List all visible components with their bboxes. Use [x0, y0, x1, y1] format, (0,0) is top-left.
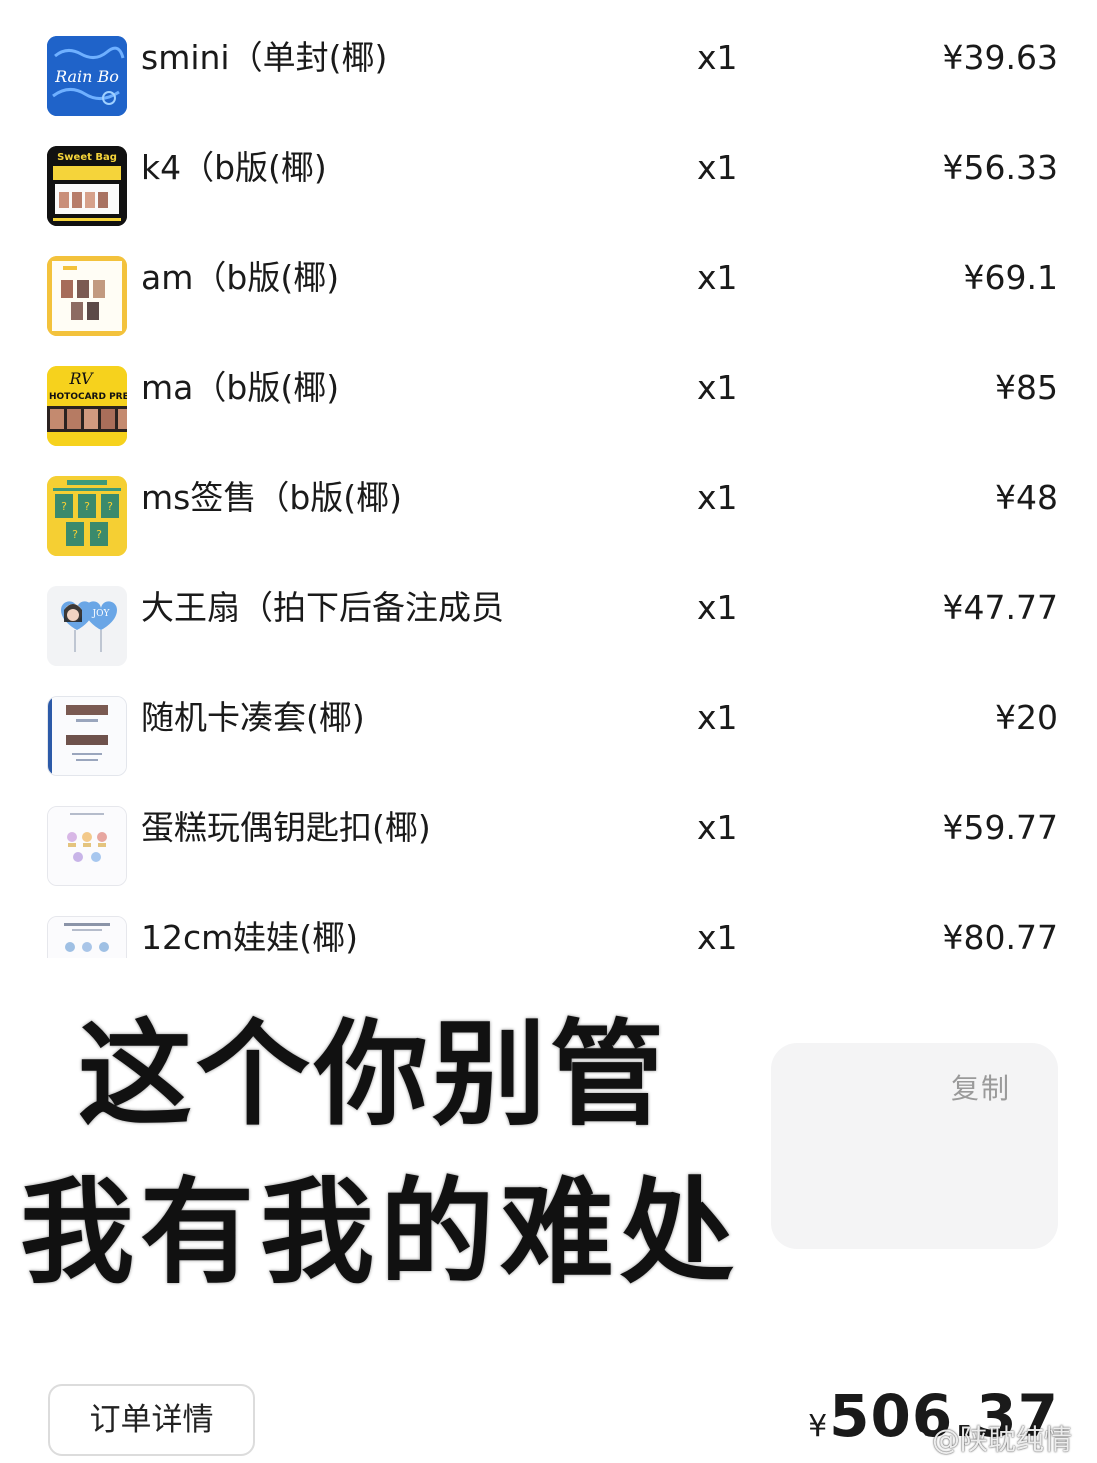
product-thumbnail-k4[interactable]: Sweet Bag: [47, 146, 127, 226]
item-price: ¥85: [995, 368, 1058, 407]
svg-text:?: ?: [84, 500, 90, 513]
order-item-row[interactable]: ? ? ? ? ? ms签售（b版(椰) x1 ¥48: [0, 476, 1097, 588]
order-item-row[interactable]: JOY 大王扇（拍下后备注成员 x1 ¥47.77: [0, 586, 1097, 698]
item-quantity: x1: [697, 258, 738, 297]
order-item-list: Rain Bo smini（单封(椰) x1 ¥39.63 Sweet Bag …: [0, 0, 1097, 958]
order-item-row[interactable]: RV HOTOCARD PREVIE ma（b版(椰) x1 ¥85: [0, 366, 1097, 478]
watermark-text: @陕耽纯情: [932, 1423, 1073, 1456]
meme-overlay: 这个你别管 我有我的难处: [0, 1000, 760, 1310]
item-price: ¥39.63: [942, 38, 1058, 77]
order-item-row[interactable]: 蛋糕玩偶钥匙扣(椰) x1 ¥59.77: [0, 806, 1097, 918]
item-quantity: x1: [697, 698, 738, 737]
smini-cover-text: Rain Bo: [54, 67, 119, 86]
item-price: ¥69.1: [963, 258, 1058, 297]
item-name: 随机卡凑套(椰): [141, 698, 365, 737]
item-name: am（b版(椰): [141, 258, 340, 297]
item-price: ¥80.77: [942, 918, 1058, 957]
product-thumbnail-smini[interactable]: Rain Bo: [47, 36, 127, 116]
k4-cover-text: Sweet Bag: [57, 152, 117, 163]
svg-text:?: ?: [61, 500, 67, 513]
product-thumbnail-random-card[interactable]: [47, 696, 127, 776]
product-thumbnail-ma[interactable]: RV HOTOCARD PREVIE: [47, 366, 127, 446]
weibo-watermark: @陕耽纯情: [898, 1418, 1072, 1458]
item-quantity: x1: [697, 588, 738, 627]
product-thumbnail-fan[interactable]: JOY: [47, 586, 127, 666]
order-item-row[interactable]: Sweet Bag k4（b版(椰) x1 ¥56.33: [0, 146, 1097, 258]
item-price: ¥47.77: [942, 588, 1058, 627]
copy-button[interactable]: 复制: [951, 1067, 1011, 1107]
meme-text-line1: 这个你别管: [78, 1008, 669, 1141]
item-name: 大王扇（拍下后备注成员: [141, 588, 504, 627]
item-price: ¥56.33: [942, 148, 1058, 187]
item-quantity: x1: [697, 368, 738, 407]
item-price: ¥59.77: [942, 808, 1058, 847]
item-quantity: x1: [697, 148, 738, 187]
fan-label-text: JOY: [92, 609, 111, 619]
item-quantity: x1: [697, 478, 738, 517]
meme-text-line2: 我有我的难处: [20, 1166, 741, 1299]
item-name: ma（b版(椰): [141, 368, 340, 407]
order-details-button[interactable]: 订单详情: [48, 1384, 255, 1456]
product-thumbnail-doll[interactable]: [47, 916, 127, 958]
item-name: 蛋糕玩偶钥匙扣(椰): [141, 808, 431, 847]
item-name: ms签售（b版(椰): [141, 478, 403, 517]
item-quantity: x1: [697, 918, 738, 957]
product-thumbnail-am[interactable]: [47, 256, 127, 336]
copy-panel: 复制: [771, 1043, 1058, 1249]
order-item-row[interactable]: am（b版(椰) x1 ¥69.1: [0, 256, 1097, 368]
svg-text:?: ?: [96, 528, 102, 541]
order-item-row[interactable]: Rain Bo smini（单封(椰) x1 ¥39.63: [0, 36, 1097, 148]
item-name: smini（单封(椰): [141, 38, 388, 77]
order-item-row[interactable]: 12cm娃娃(椰) x1 ¥80.77: [0, 916, 1097, 958]
item-quantity: x1: [697, 38, 738, 77]
product-thumbnail-ms[interactable]: ? ? ? ? ?: [47, 476, 127, 556]
item-quantity: x1: [697, 808, 738, 847]
item-name: 12cm娃娃(椰): [141, 918, 359, 957]
item-name: k4（b版(椰): [141, 148, 327, 187]
ma-cover-brand: RV: [68, 369, 93, 388]
svg-text:?: ?: [107, 500, 113, 513]
item-price: ¥48: [995, 478, 1058, 517]
ma-cover-caption: HOTOCARD PREVIE: [49, 392, 127, 402]
svg-text:?: ?: [72, 528, 78, 541]
currency-symbol: ¥: [808, 1409, 828, 1444]
item-price: ¥20: [995, 698, 1058, 737]
weibo-logo-icon: [898, 1431, 926, 1453]
order-item-row[interactable]: 随机卡凑套(椰) x1 ¥20: [0, 696, 1097, 808]
product-thumbnail-cake-keychain[interactable]: [47, 806, 127, 886]
